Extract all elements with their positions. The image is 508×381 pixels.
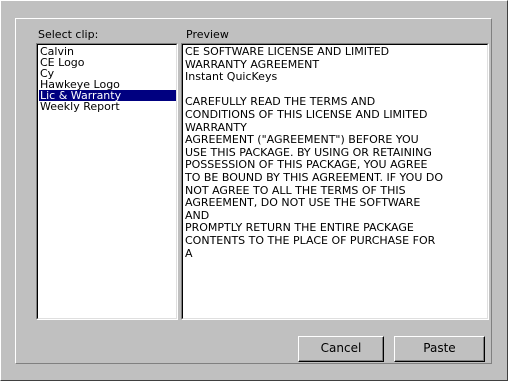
clip-list: Calvin CE Logo Cy Hawkeye Logo Lic & War…	[38, 45, 176, 112]
preview-label: Preview	[186, 28, 229, 41]
preview-pane[interactable]: CE SOFTWARE LICENSE AND LIMITED WARRANTY…	[181, 43, 489, 320]
preview-text: CE SOFTWARE LICENSE AND LIMITED WARRANTY…	[185, 45, 443, 260]
clip-list-item[interactable]: Weekly Report	[39, 101, 176, 112]
cancel-button[interactable]: Cancel	[298, 336, 384, 362]
clip-listbox[interactable]: Calvin CE Logo Cy Hawkeye Logo Lic & War…	[36, 43, 178, 320]
select-clip-label: Select clip:	[38, 28, 99, 41]
paste-button[interactable]: Paste	[394, 336, 485, 362]
clip-list-item[interactable]: CE Logo	[39, 57, 176, 68]
